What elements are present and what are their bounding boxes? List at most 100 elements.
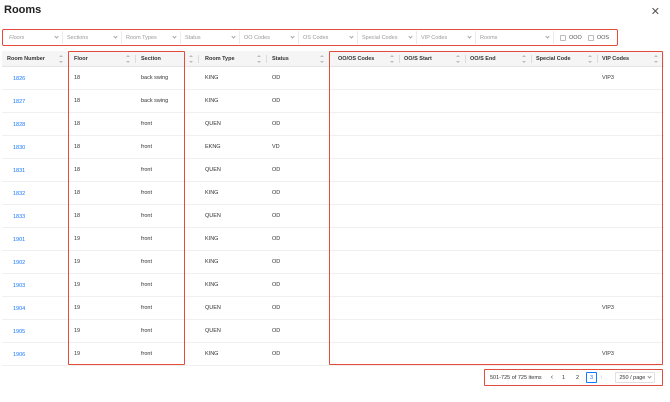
- room-number-link[interactable]: 1826: [2, 67, 68, 90]
- section-cell: front: [141, 144, 153, 150]
- col-oo-os-codes[interactable]: OO/OS Codes: [333, 51, 399, 67]
- status-filter[interactable]: Status: [181, 31, 240, 44]
- sort-icon[interactable]: [257, 55, 261, 63]
- col-vip-codes-label: VIP Codes: [602, 56, 630, 62]
- col-status[interactable]: Status: [267, 51, 329, 67]
- floor-cell: 19: [74, 328, 81, 334]
- room-type-cell: QUEN: [205, 328, 221, 334]
- room-type-cell: KING: [205, 282, 219, 288]
- room-type-cell: KING: [205, 75, 219, 81]
- next-page-icon[interactable]: ›: [600, 374, 602, 381]
- room-number-link[interactable]: 1903: [2, 274, 68, 297]
- prev-page-icon[interactable]: ‹: [551, 374, 553, 381]
- room-number-link[interactable]: 1902: [2, 251, 68, 274]
- section-cell: front: [141, 121, 153, 127]
- status-filter-label: Status: [185, 34, 201, 41]
- table-header: Room Number Floor Section Room Type Stat…: [2, 51, 664, 67]
- chevron-down-icon: [172, 34, 177, 39]
- room-number-link[interactable]: 1901: [2, 228, 68, 251]
- col-section[interactable]: Section: [136, 51, 198, 67]
- status-cell: OD: [272, 213, 281, 219]
- column-divider: [329, 55, 330, 63]
- special-codes-filter[interactable]: Special Codes: [358, 31, 417, 44]
- status-cell: OD: [272, 236, 281, 242]
- room-types-filter[interactable]: Room Types: [122, 31, 181, 44]
- chevron-down-icon: [545, 34, 550, 39]
- rooms-filter[interactable]: Rooms: [476, 31, 554, 44]
- floor-cell: 18: [74, 144, 81, 150]
- status-cell: OD: [272, 190, 281, 196]
- room-type-cell: QUEN: [205, 213, 221, 219]
- page-size-label: 250 / page: [619, 374, 646, 381]
- ooo-checkbox[interactable]: OOO: [560, 34, 582, 41]
- chevron-down-icon: [647, 374, 652, 379]
- table-row: 1831 18 front QUEN OD: [2, 159, 664, 182]
- status-cell: OD: [272, 351, 281, 357]
- floor-cell: 19: [74, 305, 81, 311]
- sort-icon[interactable]: [654, 55, 658, 63]
- chevron-down-icon: [408, 34, 413, 39]
- col-oo-s-start[interactable]: OO/S Start: [399, 51, 465, 67]
- close-icon[interactable]: ✕: [651, 5, 660, 18]
- page-3-button[interactable]: 3: [586, 372, 598, 383]
- vip-codes-filter[interactable]: VIP Codes: [417, 31, 476, 44]
- vip-codes-cell: [597, 251, 663, 274]
- col-oo-os-codes-label: OO/OS Codes: [338, 56, 375, 62]
- vip-codes-cell: VIP3: [602, 351, 614, 357]
- room-number-link[interactable]: 1831: [2, 159, 68, 182]
- page-2-button[interactable]: 2: [572, 372, 583, 383]
- section-cell: front: [141, 167, 153, 173]
- room-type-cell: KING: [205, 236, 219, 242]
- floors-filter[interactable]: Floors: [5, 31, 63, 44]
- sort-icon[interactable]: [588, 55, 592, 63]
- col-room-type-label: Room Type: [205, 56, 235, 62]
- sort-icon[interactable]: [522, 55, 526, 63]
- sort-icon[interactable]: [126, 55, 130, 63]
- checkbox-icon: [560, 34, 566, 41]
- col-floor[interactable]: Floor: [69, 51, 135, 67]
- room-type-cell: QUEN: [205, 167, 221, 173]
- floor-cell: 19: [74, 259, 81, 265]
- sort-icon[interactable]: [189, 55, 193, 63]
- checkbox-icon: [587, 34, 594, 41]
- sort-icon[interactable]: [456, 55, 460, 63]
- col-special-code[interactable]: Special Code: [531, 51, 597, 67]
- oos-checkbox-label: OOS: [596, 34, 610, 41]
- room-number-link[interactable]: 1830: [2, 136, 68, 159]
- room-number-link[interactable]: 1832: [2, 182, 68, 205]
- rooms-filter-label: Rooms: [480, 34, 498, 41]
- os-codes-filter[interactable]: OS Codes: [299, 31, 358, 44]
- table-row: 1903 19 front KING OD: [2, 274, 664, 297]
- chevron-down-icon: [290, 34, 295, 39]
- col-oo-s-end[interactable]: OO/S End: [465, 51, 531, 67]
- room-number-link[interactable]: 1906: [2, 343, 68, 366]
- vip-codes-filter-label: VIP Codes: [421, 34, 448, 41]
- sections-filter[interactable]: Sections: [63, 31, 122, 44]
- col-floor-label: Floor: [74, 56, 88, 62]
- oos-checkbox[interactable]: OOS: [587, 34, 610, 41]
- sort-icon[interactable]: [320, 55, 324, 63]
- sort-icon[interactable]: [59, 55, 63, 63]
- section-cell: front: [141, 282, 153, 288]
- col-room-number[interactable]: Room Number: [2, 51, 68, 67]
- page-size-select[interactable]: 250 / page: [615, 372, 656, 383]
- room-number-link[interactable]: 1833: [2, 205, 68, 228]
- table-row: 1905 19 front QUEN OD: [2, 320, 664, 343]
- page-1-button[interactable]: 1: [558, 372, 569, 383]
- room-number-link[interactable]: 1904: [2, 297, 68, 320]
- chevron-down-icon: [113, 34, 118, 39]
- column-divider: [198, 55, 199, 63]
- sort-icon[interactable]: [390, 55, 394, 63]
- room-number-link[interactable]: 1905: [2, 320, 68, 343]
- room-number-link[interactable]: 1828: [2, 113, 68, 136]
- col-room-type[interactable]: Room Type: [200, 51, 266, 67]
- oo-codes-filter[interactable]: OO Codes: [240, 31, 299, 44]
- col-vip-codes[interactable]: VIP Codes: [597, 51, 663, 67]
- room-number-link[interactable]: 1827: [2, 90, 68, 113]
- col-status-label: Status: [272, 56, 289, 62]
- vip-codes-cell: [597, 320, 663, 343]
- chevron-down-icon: [467, 34, 472, 39]
- table-row: 1833 18 front QUEN OD: [2, 205, 664, 228]
- table-row: 1828 18 front QUEN OD: [2, 113, 664, 136]
- modal-title: Rooms: [4, 4, 42, 16]
